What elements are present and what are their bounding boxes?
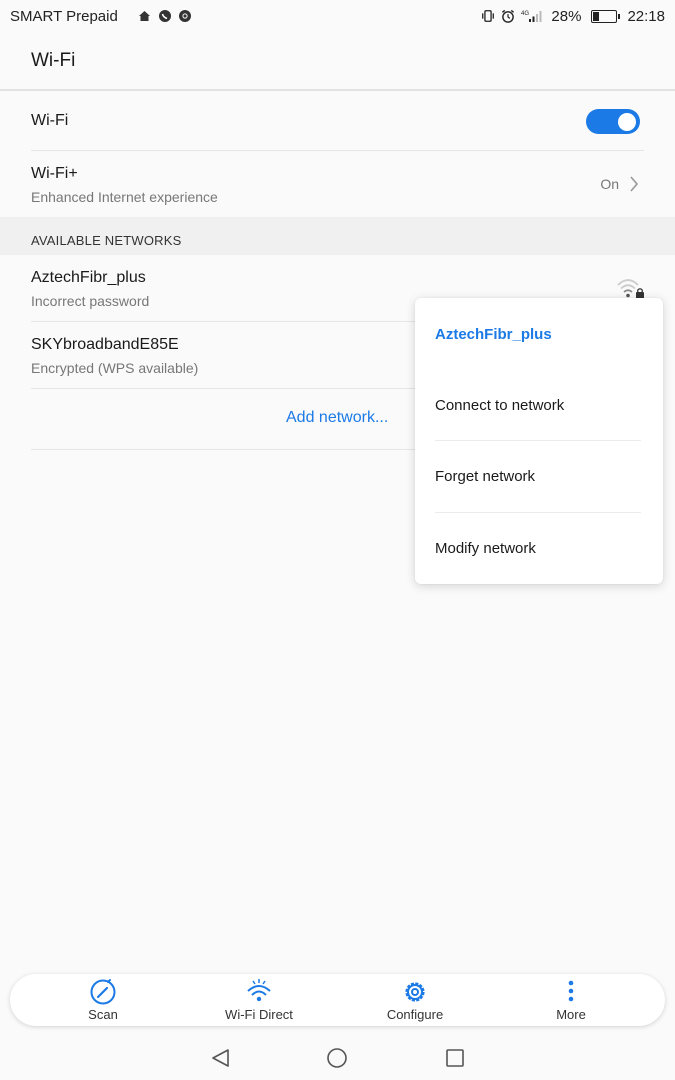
section-label: AVAILABLE NETWORKS (31, 233, 182, 248)
scan-icon (90, 979, 116, 1005)
clock: 22:18 (627, 7, 665, 25)
modify-network-menu-item[interactable]: Modify network (435, 540, 536, 557)
add-network-button[interactable]: Add network... (286, 409, 388, 427)
connect-to-network-menu-item[interactable]: Connect to network (435, 397, 564, 414)
configure-label: Configure (386, 1007, 444, 1022)
network-status: Encrypted (WPS available) (31, 360, 199, 376)
svg-text:4G: 4G (521, 11, 529, 17)
wifi-direct-label: Wi-Fi Direct (225, 1007, 293, 1022)
forget-network-menu-item[interactable]: Forget network (435, 468, 535, 485)
home-circle-icon[interactable] (326, 1047, 348, 1069)
status-right: 4G 28% 22:18 (481, 8, 665, 25)
scan-tab[interactable]: Scan (43, 974, 163, 1026)
section-header: AVAILABLE NETWORKS (0, 217, 675, 255)
popup-title: AztechFibr_plus (435, 326, 552, 343)
more-tab[interactable]: More (511, 974, 631, 1026)
signal-4g-icon: 4G (521, 9, 543, 23)
bottom-action-bar: Scan Wi-Fi Direct Configure More (10, 974, 665, 1026)
chrome-icon (178, 9, 192, 23)
network-name: AztechFibr_plus (31, 269, 146, 286)
wifi-label: Wi-Fi (31, 112, 69, 129)
page-title: Wi-Fi (31, 50, 76, 71)
more-vertical-icon (568, 980, 574, 1002)
back-icon[interactable] (209, 1047, 231, 1069)
system-nav-bar (0, 1035, 675, 1080)
recents-icon[interactable] (444, 1047, 466, 1069)
status-bar: SMART Prepaid 4G 28% 22:18 (0, 0, 675, 32)
menu-divider (435, 512, 641, 513)
wifi-direct-tab[interactable]: Wi-Fi Direct (199, 974, 319, 1026)
wifi-direct-icon (247, 979, 271, 1002)
home-icon (138, 9, 152, 23)
network-context-menu: AztechFibr_plus Connect to network Forge… (415, 298, 663, 584)
gear-icon (405, 982, 425, 1002)
whatsapp-icon (158, 9, 172, 23)
wifi-toggle-switch[interactable] (586, 109, 640, 134)
battery-percent: 28% (551, 7, 582, 25)
wifi-toggle-row[interactable]: Wi-Fi (0, 91, 675, 150)
battery-icon (591, 9, 621, 23)
battery-fill (593, 11, 600, 21)
wifiplus-row[interactable]: Wi-Fi+ Enhanced Internet experience (0, 151, 675, 217)
network-status: Incorrect password (31, 293, 150, 309)
wifiplus-label: Wi-Fi+ (31, 165, 78, 182)
scan-label: Scan (88, 1007, 118, 1022)
more-label: More (556, 1007, 586, 1022)
toggle-knob (618, 112, 636, 131)
chevron-right-icon (630, 176, 639, 192)
status-left: SMART Prepaid (10, 8, 192, 25)
wifiplus-status: On (600, 176, 619, 192)
wifiplus-subtitle: Enhanced Internet experience (31, 189, 218, 205)
carrier-name: SMART Prepaid (10, 7, 118, 25)
menu-divider (435, 440, 641, 441)
configure-tab[interactable]: Configure (355, 974, 475, 1026)
alarm-icon (501, 9, 515, 23)
wifi-lock-icon (617, 279, 644, 299)
network-name: SKYbroadbandE85E (31, 336, 179, 353)
vibrate-icon (481, 9, 495, 23)
